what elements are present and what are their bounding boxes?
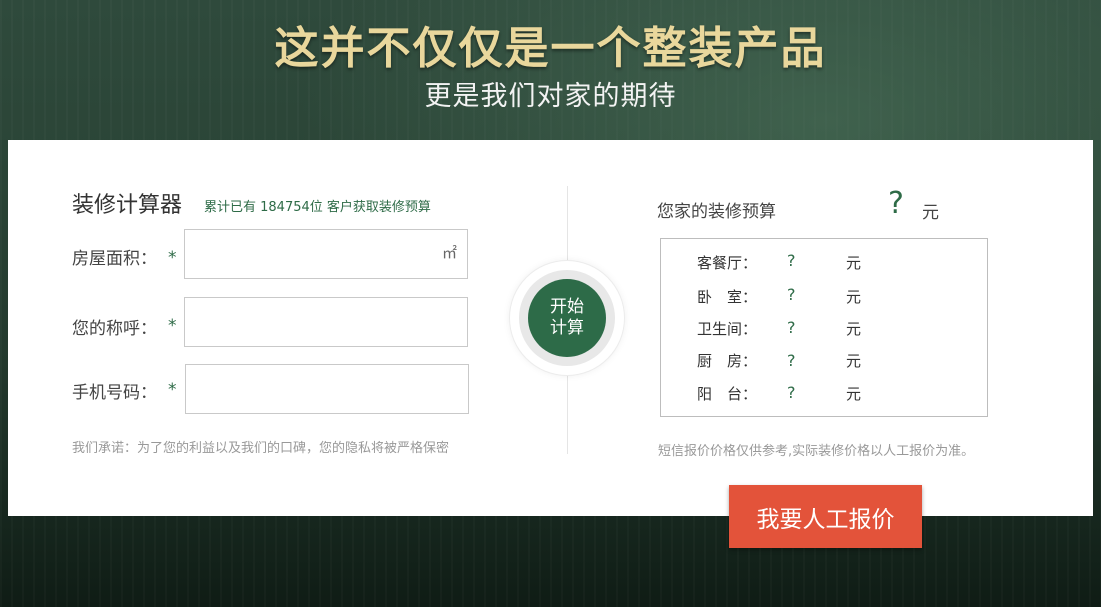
hero-subtitle: 更是我们对家的期待 — [424, 81, 677, 112]
room-label-bedroom: 卧 室： — [697, 288, 758, 306]
area-label: 房屋面积： — [72, 249, 157, 269]
privacy-promise: 我们承诺：为了您的利益以及我们的口碑，您的隐私将被严格保密 — [72, 441, 450, 456]
name-label: 您的称呼： — [72, 319, 157, 339]
customer-count-text: 累计已有 184754位 客户获取装修预算 — [204, 200, 431, 215]
room-label-living-dining: 客餐厅： — [697, 254, 758, 272]
budget-total-unit: 元 — [922, 203, 939, 223]
room-unit-balcony: 元 — [846, 385, 862, 403]
room-label-balcony: 阳 台： — [697, 385, 758, 403]
calculator-title: 装修计算器 — [72, 193, 183, 218]
manual-quote-button[interactable]: 我要人工报价 — [729, 485, 922, 548]
room-label-kitchen: 厨 房： — [697, 352, 758, 370]
room-unit-bedroom: 元 — [846, 288, 862, 306]
room-value-kitchen: ? — [787, 351, 796, 370]
room-unit-kitchen: 元 — [846, 352, 862, 370]
area-required-mark: * — [168, 248, 177, 268]
room-value-bedroom: ? — [787, 285, 796, 304]
room-value-balcony: ? — [787, 383, 796, 402]
room-unit-bathroom: 元 — [846, 320, 862, 338]
budget-total-value: ? — [888, 186, 904, 221]
room-unit-living-dining: 元 — [846, 254, 862, 272]
calculate-button-line1: 开始 — [550, 297, 584, 317]
phone-label: 手机号码： — [72, 383, 157, 403]
budget-breakdown-box: 客餐厅： ? 元 卧 室： ? 元 卫生间： ? 元 厨 房： ? 元 阳 台：… — [660, 238, 988, 417]
start-calculate-button[interactable]: 开始 计算 — [528, 279, 606, 357]
calculate-button-line2: 计算 — [550, 318, 584, 338]
room-value-living-dining: ? — [787, 251, 796, 270]
hero-title: 这并不仅仅是一个整装产品 — [274, 23, 827, 74]
room-label-bathroom: 卫生间： — [697, 320, 758, 338]
name-required-mark: * — [168, 316, 177, 336]
price-disclaimer: 短信报价价格仅供参考,实际装修价格以人工报价为准。 — [658, 444, 975, 459]
phone-input[interactable] — [185, 364, 469, 414]
phone-required-mark: * — [168, 380, 177, 400]
name-input[interactable] — [184, 297, 468, 347]
budget-label: 您家的装修预算 — [657, 202, 776, 222]
area-input[interactable]: ㎡ — [184, 229, 468, 279]
room-value-bathroom: ? — [787, 318, 796, 337]
calculator-panel: 装修计算器 累计已有 184754位 客户获取装修预算 房屋面积： * ㎡ 您的… — [8, 140, 1093, 516]
square-meter-unit: ㎡ — [441, 244, 457, 262]
